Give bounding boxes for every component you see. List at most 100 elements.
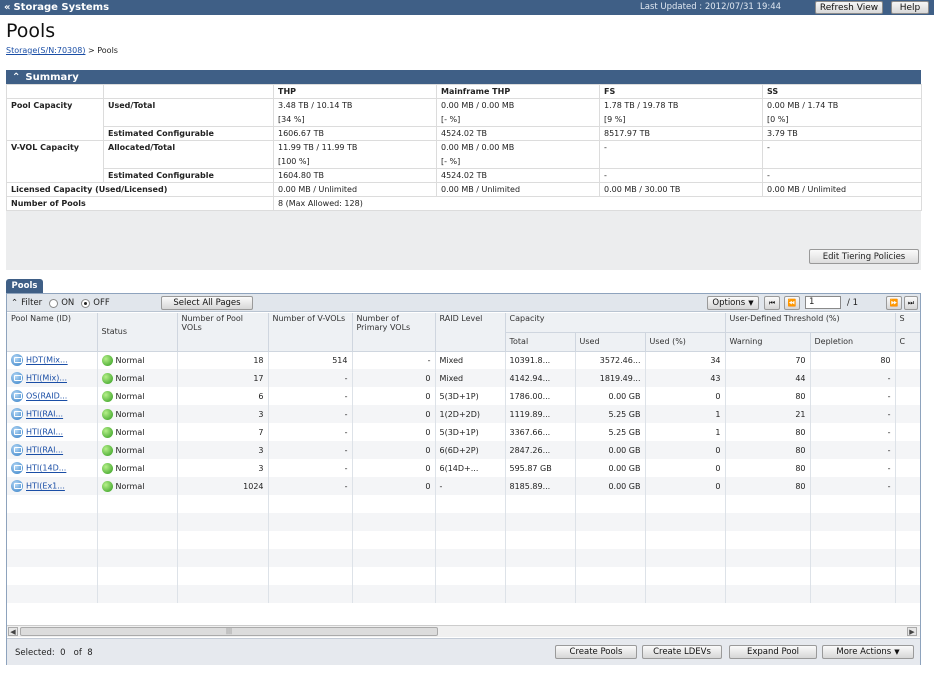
edit-tiering-policies-button[interactable]: Edit Tiering Policies [809, 249, 919, 264]
summary-cell: 4524.02 TB [436, 126, 600, 141]
scrollbar-thumb[interactable]: ||| [20, 627, 438, 636]
pool-name-link[interactable]: HDT(Mix... [26, 356, 68, 365]
cell-warning: 80 [725, 423, 811, 441]
breadcrumb-current: Pools [97, 46, 118, 55]
empty-cell [177, 531, 269, 549]
table-row[interactable]: HTI(RAI... Normal 7-0 5(3D+1P) 3367.66... 5.2… [7, 423, 920, 441]
col-header-extra2[interactable]: C [895, 332, 920, 352]
empty-cell [97, 567, 178, 585]
empty-cell [895, 549, 920, 567]
options-dropdown[interactable]: Options ▼ [707, 296, 759, 310]
cell-warning: 21 [725, 405, 811, 423]
status-text: Normal [115, 445, 145, 455]
cell-raid: - [435, 477, 506, 495]
table-row[interactable]: HTI(RAI... Normal 3-0 1(2D+2D) 1119.89... 5.2… [7, 405, 920, 423]
col-header-primary-vols[interactable]: Number of Primary VOLs [352, 313, 436, 352]
table-row[interactable]: HTI(Ex1... Normal 1024-0-8185.89... 0.00 GB… [7, 477, 920, 495]
col-header-extra[interactable]: S [895, 313, 920, 333]
pool-name-link[interactable]: HTI(Ex1... [26, 482, 65, 491]
expand-pool-button[interactable]: Expand Pool [729, 645, 817, 659]
empty-cell [352, 567, 436, 585]
select-all-pages-button[interactable]: Select All Pages [161, 296, 253, 310]
col-header-warning[interactable]: Warning [725, 332, 811, 352]
empty-cell [7, 531, 98, 549]
pool-icon [11, 408, 23, 420]
collapse-chevron-icon[interactable]: ⌃ [11, 298, 18, 308]
summary-cell: 0.00 MB / 0.00 MB [436, 140, 600, 155]
cell-used-pct: 0 [645, 441, 726, 459]
col-header-status[interactable]: Status [97, 313, 178, 352]
table-row[interactable]: HTI(RAI... Normal 3-0 6(6D+2P) 2847.26... 0.0… [7, 441, 920, 459]
refresh-view-button[interactable]: Refresh View [815, 1, 883, 14]
col-header-total[interactable]: Total [505, 332, 576, 352]
help-button[interactable]: Help [891, 1, 929, 14]
col-header-used-pct[interactable]: Used (%) [645, 332, 726, 352]
pool-name-link[interactable]: HTI(RAI... [26, 410, 63, 419]
last-page-icon[interactable]: ⏭ [904, 296, 918, 310]
next-page-icon[interactable]: ⏩ [886, 296, 902, 310]
col-header-used[interactable]: Used [575, 332, 646, 352]
filter-on-radio[interactable] [49, 298, 59, 308]
scroll-left-icon[interactable]: ◀ [8, 627, 18, 636]
empty-cell [97, 531, 178, 549]
empty-cell [575, 549, 646, 567]
filter-label: Filter [21, 298, 43, 308]
empty-cell [97, 495, 178, 513]
page-total-text: / 1 [847, 298, 858, 308]
pool-name-link[interactable]: HTI(RAI... [26, 446, 63, 455]
summary-cell: 11.99 TB / 11.99 TB [273, 140, 437, 155]
previous-page-icon[interactable]: ⏪ [784, 296, 800, 310]
col-header-raid-level[interactable]: RAID Level [435, 313, 506, 352]
empty-cell [575, 513, 646, 531]
col-header-pool-name[interactable]: Pool Name (ID) [7, 313, 98, 352]
collapse-chevron-icon[interactable]: ⌃ [12, 72, 20, 83]
table-row[interactable]: OS(RAID... Normal 6-0 5(3D+1P) 1786.00... 0.0… [7, 387, 920, 405]
table-row[interactable]: HTI(Mix)... Normal 17-0 Mixed 4142.94... 1819… [7, 369, 920, 387]
empty-cell [810, 549, 896, 567]
summary-header-cell: FS [599, 84, 763, 99]
summary-cell [599, 154, 763, 169]
tab-pools[interactable]: Pools [6, 279, 43, 293]
create-ldevs-button[interactable]: Create LDEVs [642, 645, 722, 659]
cell-warning: 44 [725, 369, 811, 387]
pool-name-link[interactable]: HTI(14D... [26, 464, 66, 473]
pool-name-cell: HTI(RAI... [7, 441, 98, 459]
pool-name-link[interactable]: OS(RAID... [26, 392, 67, 401]
empty-cell [435, 513, 506, 531]
summary-cell: [9 %] [599, 112, 763, 127]
summary-header[interactable]: ⌃ Summary [6, 70, 921, 84]
cell-used-pct: 0 [645, 477, 726, 495]
empty-cell [725, 567, 811, 585]
filter-off-radio[interactable] [81, 298, 91, 308]
cell-warning: 80 [725, 459, 811, 477]
pool-name-link[interactable]: HTI(Mix)... [26, 374, 67, 383]
col-header-depletion[interactable]: Depletion [810, 332, 896, 352]
create-pools-button[interactable]: Create Pools [555, 645, 637, 659]
last-updated-text: Last Updated : 2012/07/31 19:44 [640, 2, 782, 12]
summary-cell: 0.00 MB / 30.00 TB [599, 182, 763, 197]
col-header-vvols[interactable]: Number of V-VOLs [268, 313, 353, 352]
breadcrumb-storage-link[interactable]: Storage(S/N:70308) [6, 46, 85, 55]
scroll-right-icon[interactable]: ▶ [907, 627, 917, 636]
col-header-pool-vols[interactable]: Number of Pool VOLs [177, 313, 269, 352]
cell-used: 0.00 GB [575, 459, 646, 477]
cell-depletion: - [810, 459, 896, 477]
status-normal-icon [101, 372, 113, 384]
empty-cell [7, 513, 98, 531]
first-page-icon[interactable]: ⏮ [764, 296, 780, 310]
table-row[interactable]: HTI(14D... Normal 3-0 6(14D+... 595.87 GB 0.0… [7, 459, 920, 477]
horizontal-scrollbar[interactable]: ◀ ||| ▶ [7, 625, 920, 637]
summary-cell: - [599, 168, 763, 183]
empty-cell [505, 531, 576, 549]
cell-pool-vols: 17 [177, 369, 269, 387]
cell-used: 5.25 GB [575, 423, 646, 441]
table-row[interactable]: HDT(Mix... Normal 18 514- Mixed 10391.8... 357… [7, 351, 920, 369]
pool-name-link[interactable]: HTI(RAI... [26, 428, 63, 437]
more-actions-dropdown[interactable]: More Actions ▼ [822, 645, 914, 659]
status-cell: Normal [97, 441, 178, 459]
page-number-input[interactable]: 1 [805, 296, 841, 309]
table-row [7, 513, 920, 531]
status-normal-icon [101, 354, 113, 366]
back-to-storage-systems-link[interactable]: « Storage Systems [0, 2, 109, 13]
empty-cell [352, 513, 436, 531]
